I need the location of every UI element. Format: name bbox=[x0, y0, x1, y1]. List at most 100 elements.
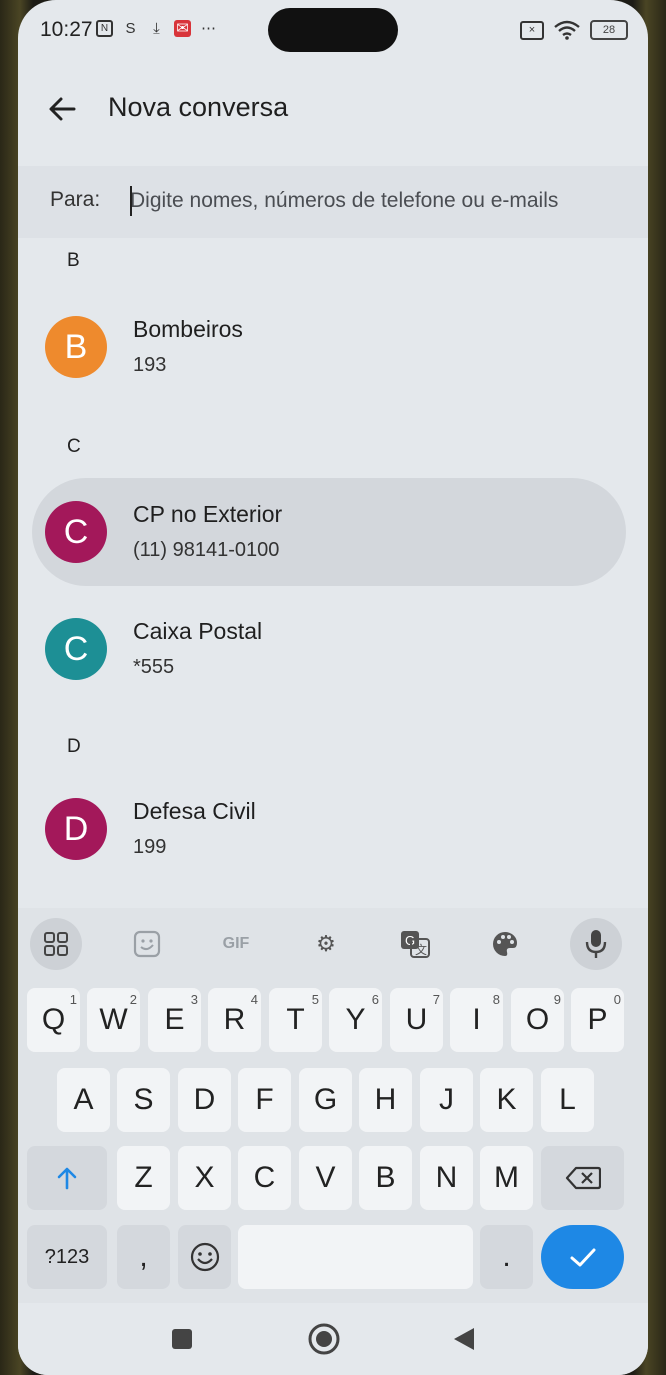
apps-grid-icon[interactable] bbox=[30, 918, 82, 970]
symbols-key[interactable]: ?123 bbox=[27, 1225, 107, 1289]
recents-icon[interactable] bbox=[170, 1327, 194, 1351]
key-hint: 9 bbox=[553, 992, 561, 1007]
avatar: C bbox=[45, 501, 107, 563]
shift-icon bbox=[57, 1167, 77, 1190]
key-x[interactable]: X bbox=[178, 1146, 231, 1210]
sticker-icon[interactable] bbox=[121, 918, 173, 970]
notification-icons: N S ⤓ ✉ ⋯ bbox=[96, 20, 217, 37]
comma-key[interactable]: , bbox=[117, 1225, 170, 1289]
contact-number: 193 bbox=[133, 354, 167, 376]
key-r[interactable]: R4 bbox=[208, 988, 261, 1052]
key-label: Q bbox=[41, 1003, 66, 1036]
contact-name: Caixa Postal bbox=[133, 618, 263, 644]
key-o[interactable]: O9 bbox=[511, 988, 564, 1052]
status-right: × 28 bbox=[520, 20, 628, 40]
home-icon[interactable] bbox=[308, 1323, 340, 1355]
key-d[interactable]: D bbox=[178, 1068, 231, 1132]
done-key[interactable] bbox=[541, 1225, 624, 1289]
key-s[interactable]: S bbox=[117, 1068, 170, 1132]
key-hint: 7 bbox=[432, 992, 440, 1007]
space-key[interactable] bbox=[238, 1225, 473, 1289]
contact-list: B B Bombeiros 193 C C CP no Exterior (11… bbox=[18, 238, 648, 908]
key-v[interactable]: V bbox=[299, 1146, 352, 1210]
keyboard: GIF ⚙ G 文 Q 1 W 2 E 3 R 4 T 5 Y 6 U 7 I … bbox=[18, 908, 648, 1303]
key-hint: 8 bbox=[492, 992, 500, 1007]
text-cursor bbox=[130, 186, 132, 216]
nfc-icon: N bbox=[96, 20, 113, 37]
key-u[interactable]: U7 bbox=[390, 988, 443, 1052]
key-j[interactable]: J bbox=[420, 1068, 473, 1132]
translate-icon[interactable]: G 文 bbox=[389, 918, 441, 970]
gif-button[interactable]: GIF bbox=[210, 918, 262, 970]
key-k[interactable]: K bbox=[480, 1068, 533, 1132]
key-hint: 0 bbox=[613, 992, 621, 1007]
key-q[interactable]: Q1 bbox=[27, 988, 80, 1052]
key-hint: 5 bbox=[311, 992, 319, 1007]
key-e[interactable]: E3 bbox=[148, 988, 201, 1052]
key-hint: 6 bbox=[371, 992, 379, 1007]
to-label: Para: bbox=[50, 188, 101, 211]
status-time: 10:27 bbox=[40, 18, 93, 41]
back-arrow-icon[interactable] bbox=[46, 92, 80, 126]
key-hint: 2 bbox=[129, 992, 137, 1007]
camera-notch bbox=[268, 8, 398, 52]
contact-name: Bombeiros bbox=[133, 316, 243, 342]
key-y[interactable]: Y6 bbox=[329, 988, 382, 1052]
recipient-input[interactable] bbox=[130, 184, 630, 218]
keyboard-toolbar: GIF ⚙ G 文 bbox=[18, 908, 648, 976]
key-c[interactable]: C bbox=[238, 1146, 291, 1210]
key-t[interactable]: T5 bbox=[269, 988, 322, 1052]
contact-number: (11) 98141-0100 bbox=[133, 539, 280, 561]
palette-icon[interactable] bbox=[479, 918, 531, 970]
key-m[interactable]: M bbox=[480, 1146, 533, 1210]
avatar: B bbox=[45, 316, 107, 378]
more-notifications-icon: ⋯ bbox=[201, 20, 216, 37]
key-label: E bbox=[164, 1003, 185, 1036]
contact-defesa-civil[interactable]: D Defesa Civil 199 bbox=[32, 775, 626, 883]
avatar: C bbox=[45, 618, 107, 680]
settings-icon[interactable]: ⚙ bbox=[300, 918, 352, 970]
wifi-icon bbox=[554, 20, 580, 40]
screen: 10:27 N S ⤓ ✉ ⋯ × 28 Nova conversa Para: bbox=[18, 0, 648, 1375]
key-g[interactable]: G bbox=[299, 1068, 352, 1132]
mic-icon[interactable] bbox=[570, 918, 622, 970]
key-label: R bbox=[223, 1003, 246, 1036]
no-sim-icon: × bbox=[520, 20, 544, 40]
emoji-key[interactable] bbox=[178, 1225, 231, 1289]
key-label: O bbox=[525, 1003, 550, 1036]
check-icon bbox=[570, 1248, 595, 1267]
key-n[interactable]: N bbox=[420, 1146, 473, 1210]
contact-name: CP no Exterior bbox=[133, 501, 283, 527]
key-hint: 4 bbox=[250, 992, 258, 1007]
shift-key[interactable] bbox=[27, 1146, 107, 1210]
key-i[interactable]: I8 bbox=[450, 988, 503, 1052]
period-key[interactable]: . bbox=[480, 1225, 533, 1289]
status-bar: 10:27 N S ⤓ ✉ ⋯ × 28 bbox=[18, 0, 648, 62]
key-label: I bbox=[472, 1003, 481, 1036]
key-h[interactable]: H bbox=[359, 1068, 412, 1132]
section-header-b: B bbox=[67, 250, 80, 271]
key-l[interactable]: L bbox=[541, 1068, 594, 1132]
contact-caixa-postal[interactable]: C Caixa Postal *555 bbox=[32, 595, 626, 703]
contact-bombeiros[interactable]: B Bombeiros 193 bbox=[32, 293, 626, 401]
recipient-row: Para: bbox=[18, 166, 648, 238]
avatar: D bbox=[45, 798, 107, 860]
key-z[interactable]: Z bbox=[117, 1146, 170, 1210]
navigation-bar bbox=[18, 1303, 648, 1375]
s-app-icon: S bbox=[125, 20, 136, 37]
key-a[interactable]: A bbox=[57, 1068, 110, 1132]
key-p[interactable]: P0 bbox=[571, 988, 624, 1052]
key-w[interactable]: W2 bbox=[87, 988, 140, 1052]
mail-app-icon: ✉ bbox=[174, 20, 191, 37]
key-f[interactable]: F bbox=[238, 1068, 291, 1132]
emoji-icon bbox=[190, 1242, 219, 1272]
contact-cp-no-exterior[interactable]: C CP no Exterior (11) 98141-0100 bbox=[32, 478, 626, 586]
section-header-d: D bbox=[67, 736, 81, 757]
back-nav-icon[interactable] bbox=[452, 1327, 476, 1351]
key-b[interactable]: B bbox=[359, 1146, 412, 1210]
key-label: W bbox=[99, 1003, 128, 1036]
backspace-key[interactable] bbox=[541, 1146, 624, 1210]
app-bar: Nova conversa bbox=[18, 74, 648, 144]
section-header-c: C bbox=[67, 436, 81, 457]
backspace-icon bbox=[565, 1166, 601, 1190]
